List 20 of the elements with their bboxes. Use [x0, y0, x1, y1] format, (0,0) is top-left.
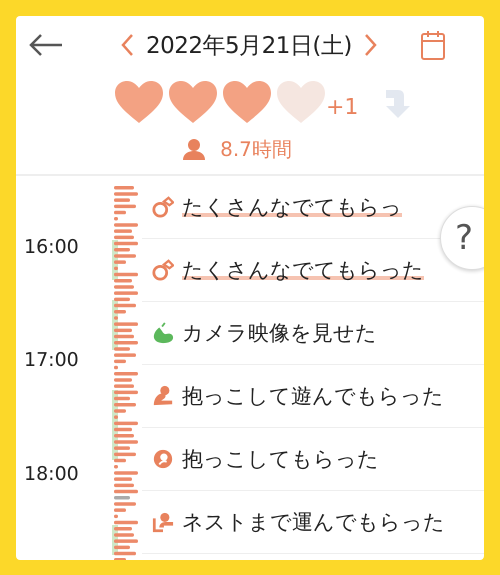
- calendar-icon[interactable]: [420, 29, 446, 61]
- carrying-figure-icon: [152, 511, 174, 533]
- event-text[interactable]: 抱っこしてもらった: [182, 445, 379, 473]
- event-text[interactable]: ネストまで運んでもらった: [182, 508, 445, 536]
- fruit-icon: [152, 322, 174, 344]
- person-icon: [182, 138, 206, 160]
- event-text[interactable]: カメラ映像を見せた: [182, 319, 377, 347]
- duration-text: 8.7時間: [220, 136, 292, 162]
- previous-chevron-icon[interactable]: [120, 33, 134, 57]
- time-label: 17:00: [23, 349, 80, 374]
- help-button[interactable]: ?: [440, 206, 484, 270]
- time-label: 18:00: [23, 462, 80, 487]
- holding-figure-icon: [152, 385, 174, 407]
- back-arrow-icon[interactable]: [28, 33, 64, 57]
- event-text[interactable]: 抱っこして遊んでもらった: [182, 382, 444, 410]
- time-label: 16:00: [23, 236, 80, 260]
- next-chevron-icon[interactable]: [364, 33, 378, 57]
- extra-count: +1: [326, 95, 358, 120]
- date-title: 2022年5月21日(土): [146, 32, 352, 60]
- holding-figure-icon: [152, 448, 174, 470]
